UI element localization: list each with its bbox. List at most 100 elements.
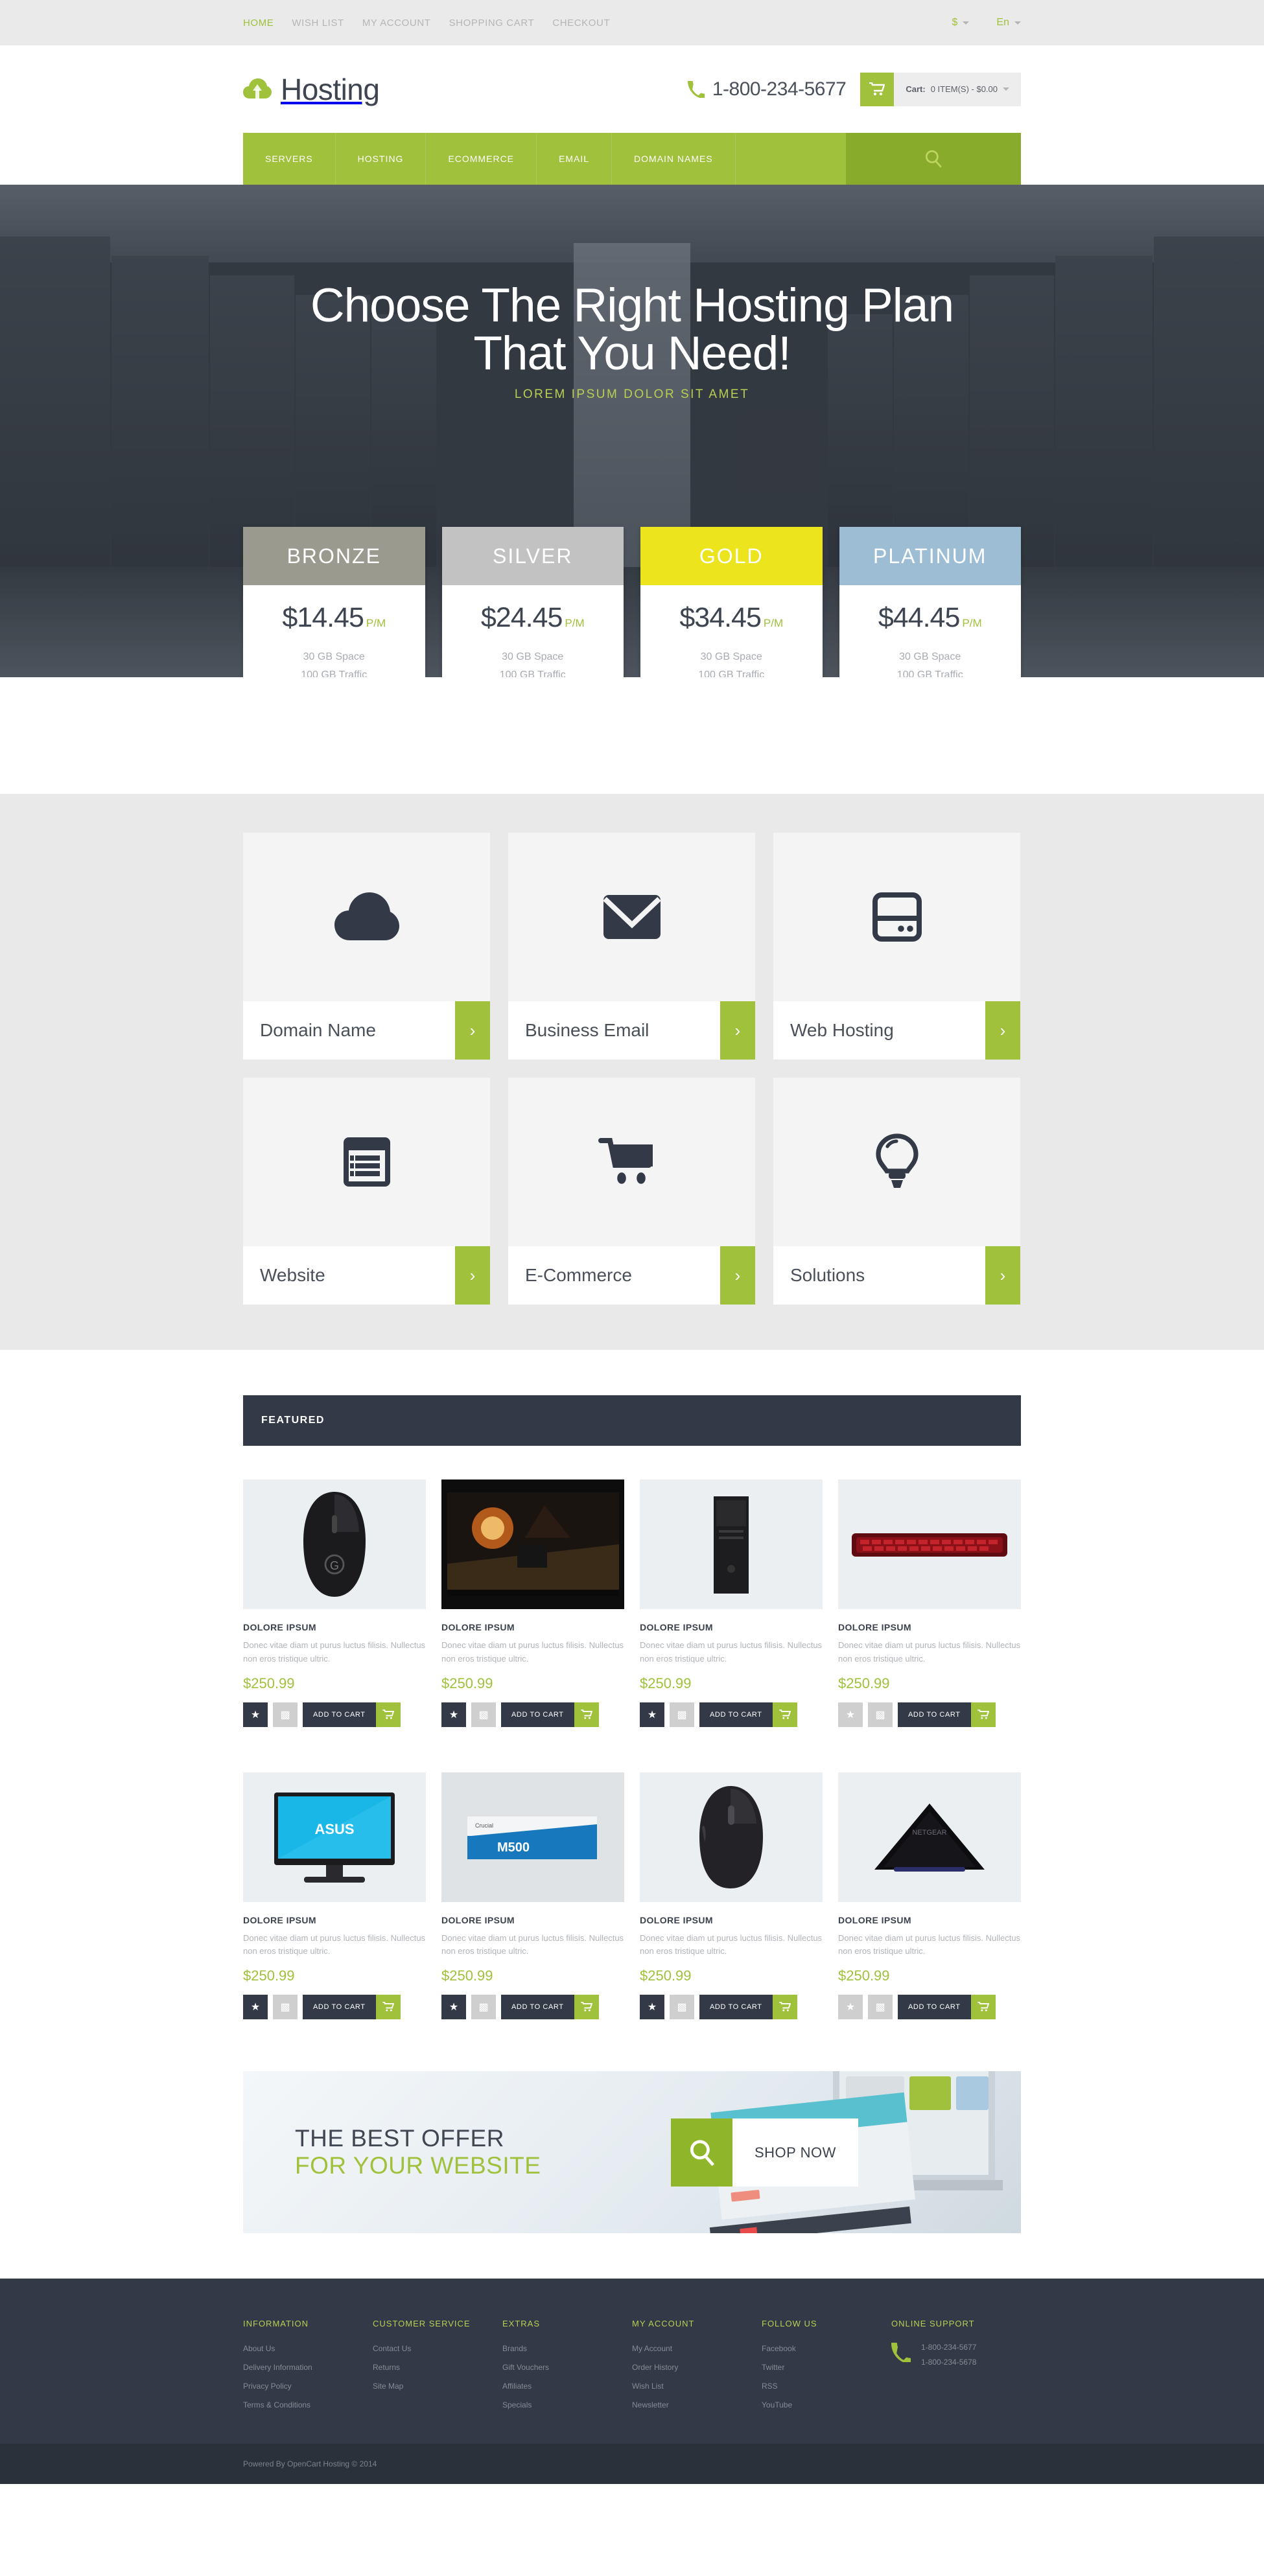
star-icon[interactable]: ★ <box>243 1702 268 1727</box>
nav-item-domain-names[interactable]: DOMAIN NAMES <box>612 133 736 185</box>
add-to-cart-button[interactable]: ADD TO CART <box>898 1995 996 2020</box>
product-image-wireless-mouse[interactable] <box>640 1772 823 1902</box>
product-image-lcd-monitor[interactable]: ASUS <box>243 1772 426 1902</box>
star-icon[interactable]: ★ <box>243 1995 268 2020</box>
add-to-cart-button[interactable]: ADD TO CART <box>898 1702 996 1727</box>
top-nav-home[interactable]: HOME <box>243 17 274 29</box>
chevron-right-icon[interactable]: › <box>985 1246 1020 1305</box>
footer-link[interactable]: Returns <box>373 2363 400 2372</box>
phone-icon <box>891 2343 911 2363</box>
star-icon[interactable]: ★ <box>838 1702 863 1727</box>
product-card[interactable]: ASUS DOLORE IPSUM Donec vitae diam ut pu… <box>243 1772 426 2020</box>
star-icon[interactable]: ★ <box>640 1995 664 2020</box>
star-icon[interactable]: ★ <box>441 1995 466 2020</box>
search-button[interactable] <box>846 133 1021 185</box>
product-image-gaming-monitor[interactable] <box>441 1479 624 1609</box>
pricing-card-gold[interactable]: GOLD $34.45 P/M 30 GB Space 100 GB Traffi… <box>640 527 823 677</box>
product-image-ssd-drive[interactable]: M500 Crucial <box>441 1772 624 1902</box>
footer-link[interactable]: My Account <box>632 2344 672 2353</box>
chart-icon[interactable]: ▩ <box>670 1702 694 1727</box>
product-card[interactable]: DOLORE IPSUM Donec vitae diam ut purus l… <box>838 1479 1021 1727</box>
chevron-right-icon[interactable]: › <box>455 1001 490 1060</box>
nav-item-servers[interactable]: SERVERS <box>243 133 336 185</box>
add-to-cart-button[interactable]: ADD TO CART <box>699 1702 797 1727</box>
cart-info[interactable]: Cart: 0 ITEM(S) - $0.00 <box>894 72 1021 106</box>
chevron-down-icon <box>1003 87 1009 91</box>
plan-price: $14.45 <box>282 602 364 633</box>
plan-feature: 100 GB Traffic <box>499 669 566 677</box>
chevron-right-icon[interactable]: › <box>455 1246 490 1305</box>
footer-link[interactable]: Privacy Policy <box>243 2382 292 2391</box>
chart-icon[interactable]: ▩ <box>273 1995 298 2020</box>
add-to-cart-button[interactable]: ADD TO CART <box>501 1702 599 1727</box>
service-tile-website[interactable]: Website › <box>243 1078 490 1305</box>
footer-link[interactable]: Facebook <box>762 2344 796 2353</box>
footer-link[interactable]: About Us <box>243 2344 275 2353</box>
footer-link[interactable]: Twitter <box>762 2363 784 2372</box>
top-nav-checkout[interactable]: CHECKOUT <box>552 17 610 29</box>
pricing-card-platinum[interactable]: PLATINUM $44.45 P/M 30 GB Space 100 GB Tr… <box>839 527 1021 677</box>
product-image-gaming-mouse[interactable]: G <box>243 1479 426 1609</box>
star-icon[interactable]: ★ <box>640 1702 664 1727</box>
footer-link[interactable]: Brands <box>502 2344 527 2353</box>
nav-item-email[interactable]: EMAIL <box>537 133 613 185</box>
footer-link[interactable]: Specials <box>502 2400 532 2409</box>
product-card[interactable]: DOLORE IPSUM Donec vitae diam ut purus l… <box>640 1772 823 2020</box>
service-tile-ecommerce[interactable]: E-Commerce › <box>508 1078 755 1305</box>
product-image-wifi-router[interactable]: NETGEAR <box>838 1772 1021 1902</box>
offer-banner[interactable]: SITE NAME WELCOME TO OU THE BEST OFFER F… <box>243 2071 1021 2234</box>
footer-link[interactable]: Affiliates <box>502 2382 532 2391</box>
footer-link[interactable]: Order History <box>632 2363 678 2372</box>
chart-icon[interactable]: ▩ <box>471 1995 496 2020</box>
product-image-desktop-tower[interactable] <box>640 1479 823 1609</box>
add-to-cart-button[interactable]: ADD TO CART <box>303 1702 401 1727</box>
footer-link[interactable]: YouTube <box>762 2400 792 2409</box>
top-nav-wish-list[interactable]: WISH LIST <box>292 17 344 29</box>
product-card[interactable]: M500 Crucial DOLORE IPSUM Donec vitae di… <box>441 1772 624 2020</box>
footer-link[interactable]: Gift Vouchers <box>502 2363 549 2372</box>
footer-link[interactable]: Newsletter <box>632 2400 669 2409</box>
product-card[interactable]: G DOLORE IPSUM Donec vitae diam ut purus… <box>243 1479 426 1727</box>
footer-link[interactable]: RSS <box>762 2382 778 2391</box>
top-nav-my-account[interactable]: MY ACCOUNT <box>362 17 431 29</box>
footer-link[interactable]: Delivery Information <box>243 2363 312 2372</box>
pricing-card-bronze[interactable]: BRONZE $14.45 P/M 30 GB Space 100 GB Traf… <box>243 527 425 677</box>
service-tile-solutions[interactable]: Solutions › <box>773 1078 1020 1305</box>
chevron-right-icon[interactable]: › <box>985 1001 1020 1060</box>
top-nav-shopping-cart[interactable]: SHOPPING CART <box>449 17 535 29</box>
product-card[interactable]: DOLORE IPSUM Donec vitae diam ut purus l… <box>640 1479 823 1727</box>
cart-icon[interactable] <box>860 72 895 106</box>
chart-icon[interactable]: ▩ <box>868 1995 893 2020</box>
envelope-icon <box>508 833 755 1001</box>
pricing-card-silver[interactable]: SILVER $24.45 P/M 30 GB Space 100 GB Traf… <box>441 527 624 677</box>
header-phone[interactable]: 1-800-234-5677 <box>687 78 847 100</box>
nav-item-hosting[interactable]: HOSTING <box>335 133 427 185</box>
service-tile-business-email[interactable]: Business Email › <box>508 833 755 1060</box>
language-selector[interactable]: En <box>996 17 1021 29</box>
footer-link[interactable]: Wish List <box>632 2382 664 2391</box>
cart-widget[interactable]: Cart: 0 ITEM(S) - $0.00 <box>860 72 1021 106</box>
nav-item-ecommerce[interactable]: ECOMMERCE <box>426 133 537 185</box>
product-image-keyboard[interactable] <box>838 1479 1021 1609</box>
site-logo[interactable]: Hosting <box>243 72 380 107</box>
chart-icon[interactable]: ▩ <box>273 1702 298 1727</box>
service-tile-domain-name[interactable]: Domain Name › <box>243 833 490 1060</box>
service-tile-web-hosting[interactable]: Web Hosting › <box>773 833 1020 1060</box>
add-to-cart-button[interactable]: ADD TO CART <box>501 1995 599 2020</box>
product-card[interactable]: DOLORE IPSUM Donec vitae diam ut purus l… <box>441 1479 624 1727</box>
add-to-cart-button[interactable]: ADD TO CART <box>303 1995 401 2020</box>
footer-link[interactable]: Terms & Conditions <box>243 2400 310 2409</box>
chevron-right-icon[interactable]: › <box>720 1246 755 1305</box>
offer-shop-now-button[interactable]: SHOP NOW <box>671 2118 858 2187</box>
star-icon[interactable]: ★ <box>441 1702 466 1727</box>
add-to-cart-button[interactable]: ADD TO CART <box>699 1995 797 2020</box>
star-icon[interactable]: ★ <box>838 1995 863 2020</box>
chart-icon[interactable]: ▩ <box>868 1702 893 1727</box>
currency-selector[interactable]: $ <box>952 17 970 29</box>
footer-link[interactable]: Contact Us <box>373 2344 411 2353</box>
chart-icon[interactable]: ▩ <box>670 1995 694 2020</box>
chart-icon[interactable]: ▩ <box>471 1702 496 1727</box>
chevron-right-icon[interactable]: › <box>720 1001 755 1060</box>
product-card[interactable]: NETGEAR DOLORE IPSUM Donec vitae diam ut… <box>838 1772 1021 2020</box>
footer-link[interactable]: Site Map <box>373 2382 403 2391</box>
